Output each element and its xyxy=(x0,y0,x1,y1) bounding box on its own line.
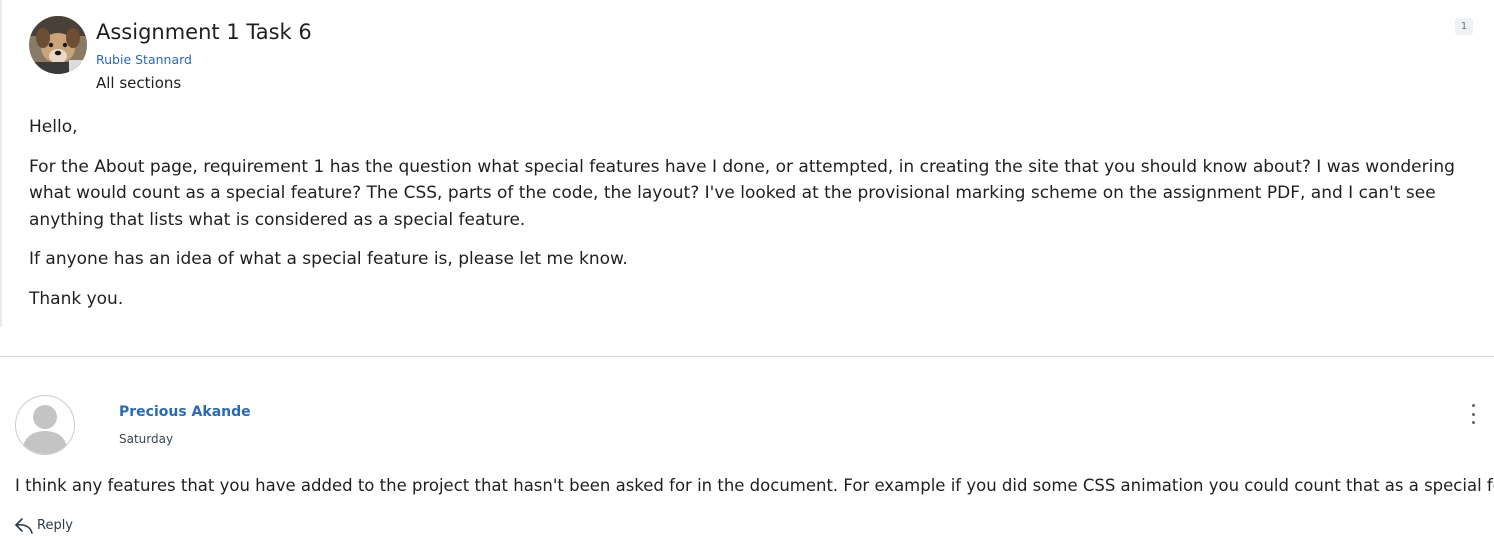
author-avatar[interactable] xyxy=(29,16,87,74)
topic-paragraph: If anyone has an idea of what a special … xyxy=(29,249,628,269)
discussion-page: Assignment 1 Task 6 Rubie Stannard All s… xyxy=(0,0,1494,539)
topic-author-link[interactable]: Rubie Stannard xyxy=(96,52,192,67)
reply-message: I think any features that you have added… xyxy=(15,476,1494,495)
reply-avatar[interactable] xyxy=(15,395,75,455)
reply-date: Saturday xyxy=(119,432,174,446)
reply-count-badge: 1 xyxy=(1455,18,1473,35)
divider xyxy=(0,356,1494,357)
dog-photo-icon xyxy=(29,16,87,74)
kebab-dot xyxy=(1471,412,1475,416)
topic-title: Assignment 1 Task 6 xyxy=(96,20,312,44)
kebab-dot xyxy=(1471,404,1475,407)
default-user-avatar-icon xyxy=(22,405,68,454)
kebab-dot xyxy=(1471,421,1475,424)
reply-arrow-icon xyxy=(15,518,33,534)
discussion-topic: Assignment 1 Task 6 Rubie Stannard All s… xyxy=(0,0,1494,327)
reply-button[interactable]: Reply xyxy=(14,516,73,534)
reply-label: Reply xyxy=(37,517,74,533)
topic-paragraph: Hello, xyxy=(29,117,78,137)
topic-paragraph: For the About page, requirement 1 has th… xyxy=(29,156,1455,230)
reply-author-link[interactable]: Precious Akande xyxy=(119,404,251,420)
topic-message: Hello, For the About page, requirement 1… xyxy=(29,114,1481,325)
topic-paragraph: Thank you. xyxy=(29,288,124,309)
kebab-menu-icon[interactable] xyxy=(1463,403,1483,425)
topic-sections: All sections xyxy=(96,74,182,92)
